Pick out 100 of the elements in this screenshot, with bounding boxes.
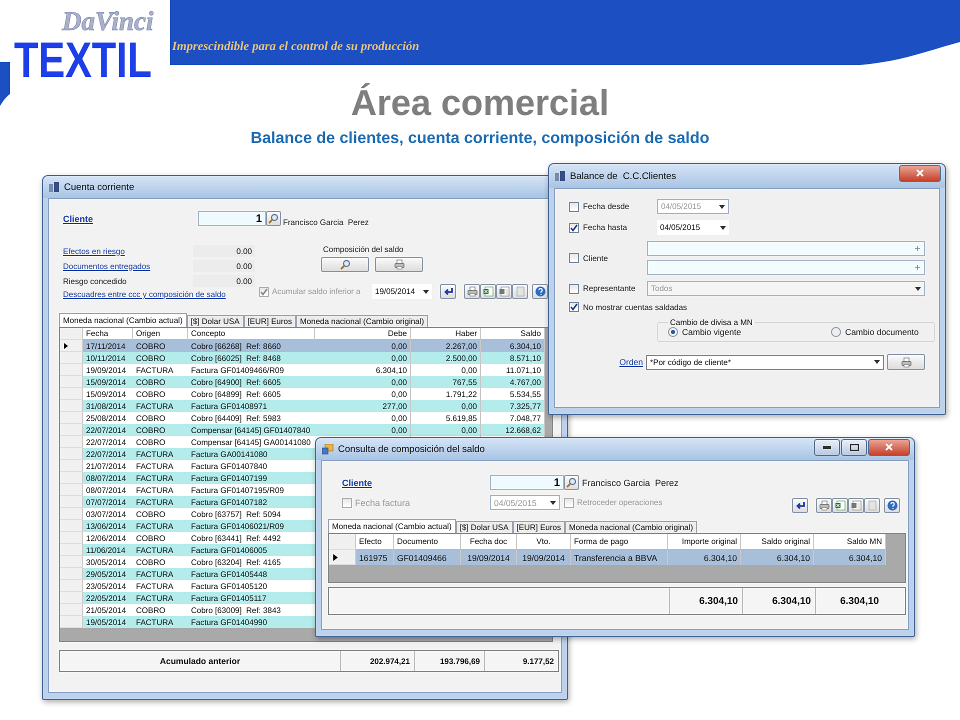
acumular-label: Acumular saldo inferior a — [272, 287, 362, 296]
table-cell: Factura GF01409466/R09 — [188, 364, 315, 376]
orden-select[interactable]: *Por código de cliente* — [646, 354, 884, 370]
table-cell: 0,00 — [315, 388, 411, 400]
option-label: Fecha desde — [583, 202, 630, 211]
table-cell: Factura GF01408971 — [188, 400, 315, 412]
table-cell: 19/09/2014 — [461, 550, 517, 565]
column-header[interactable]: Debe — [315, 328, 411, 340]
table-cell: 08/07/2014 — [83, 484, 133, 496]
table-cell: 30/05/2014 — [83, 556, 133, 568]
option-label: Cambio documento — [845, 327, 919, 337]
table-cell: COBRO — [133, 436, 188, 448]
window-title: Cuenta corriente — [64, 182, 136, 192]
date-field[interactable]: 04/05/2015 — [657, 220, 729, 235]
table-cell: 21/07/2014 — [83, 460, 133, 472]
table-cell: FACTURA — [133, 448, 188, 460]
table-cell: 15/09/2014 — [83, 376, 133, 388]
tab[interactable]: [$] Dolar USA — [186, 315, 244, 327]
column-header[interactable]: Fecha — [83, 328, 133, 340]
column-header[interactable]: Origen — [133, 328, 188, 340]
option-label: Retroceder operaciones — [577, 498, 662, 507]
orden-link[interactable]: Orden — [619, 357, 643, 367]
tab[interactable]: Moneda nacional (Cambio original) — [296, 315, 428, 327]
table-cell: 6.304,10 — [315, 364, 411, 376]
column-header[interactable]: Saldo original — [741, 534, 814, 550]
table-cell: 0,00 — [315, 376, 411, 388]
cliente-field[interactable]: 1 — [490, 475, 564, 490]
column-header[interactable]: Documento — [394, 534, 461, 550]
tab[interactable]: Moneda nacional (Cambio actual) — [59, 313, 187, 327]
table-cell: 11.071,10 — [481, 364, 545, 376]
table-cell: 23/05/2014 — [83, 580, 133, 592]
date-field[interactable]: 19/05/2014 — [372, 284, 432, 299]
table-cell: 25/08/2014 — [83, 412, 133, 424]
table-cell: Cobro [63009] Ref: 3843 — [188, 604, 315, 616]
table-cell: 5.619,85 — [411, 412, 481, 424]
table-cell: Factura GF01405120 — [188, 580, 315, 592]
tab[interactable]: Moneda nacional (Cambio original) — [565, 521, 698, 533]
column-header[interactable]: Efecto — [356, 534, 394, 550]
table-cell: FACTURA — [133, 496, 188, 508]
table-cell: 0,00 — [411, 424, 481, 436]
table-cell: 0,00 — [315, 424, 411, 436]
tab[interactable]: [EUR] Euros — [244, 315, 296, 327]
table-cell: 19/05/2014 — [83, 616, 133, 628]
column-header[interactable]: Forma de pago — [571, 534, 668, 550]
table-cell: 2.500,00 — [411, 352, 481, 364]
table-cell: 22/07/2014 — [83, 424, 133, 436]
table-cell: 11/06/2014 — [83, 544, 133, 556]
total-value: 6.304,10 — [742, 588, 815, 614]
table-cell: Factura GF01405117 — [188, 592, 315, 604]
client-name: Francisco Garcia Perez — [582, 478, 679, 488]
table-cell: FACTURA — [133, 568, 188, 580]
table-cell: 5.534,55 — [481, 388, 545, 400]
column-header[interactable]: Fecha doc — [461, 534, 517, 550]
table-cell: 22/07/2014 — [83, 436, 133, 448]
table-cell: 13/06/2014 — [83, 520, 133, 532]
table-cell: Factura GF01407840 — [188, 460, 315, 472]
tab[interactable]: [$] Dolar USA — [456, 521, 513, 533]
table-cell: GF01409466 — [394, 550, 461, 565]
table-cell: 21/05/2014 — [83, 604, 133, 616]
table-cell: 17/11/2014 — [83, 340, 133, 352]
table-cell: 10/11/2014 — [83, 352, 133, 364]
table-cell: FACTURA — [133, 400, 188, 412]
table-cell: COBRO — [133, 340, 188, 352]
table-cell: FACTURA — [133, 484, 188, 496]
table-cell: FACTURA — [133, 592, 188, 604]
cliente-field[interactable]: 1 — [198, 211, 266, 226]
table-cell: Cobro [63441] Ref: 4492 — [188, 532, 315, 544]
table-cell: 31/08/2014 — [83, 400, 133, 412]
column-header[interactable]: Saldo MN — [814, 534, 886, 550]
table-cell: COBRO — [133, 412, 188, 424]
option-label: Representante — [583, 284, 636, 293]
summary-link[interactable]: Efectos en riesgo — [63, 246, 193, 256]
table-cell: 0,00 — [315, 412, 411, 424]
table-cell: Cobro [63757] Ref: 5094 — [188, 508, 315, 520]
total-value: 6.304,10 — [815, 588, 883, 614]
total-value: 6.304,10 — [669, 588, 742, 614]
table-cell: 15/09/2014 — [83, 388, 133, 400]
table-cell: 6.304,10 — [668, 550, 741, 565]
cliente-link[interactable]: Cliente — [342, 478, 490, 488]
column-header[interactable]: Saldo — [481, 328, 545, 340]
page-subtitle: Balance de clientes, cuenta corriente, composición de saldo — [250, 130, 710, 148]
column-header[interactable]: Importe original — [668, 534, 741, 550]
column-header[interactable]: Vto. — [517, 534, 571, 550]
table-cell: 6.304,10 — [814, 550, 886, 565]
tab[interactable]: Moneda nacional (Cambio actual) — [328, 519, 456, 533]
table-cell: Cobro [63204] Ref: 4165 — [188, 556, 315, 568]
summary-link[interactable]: Documentos entregados — [63, 262, 193, 270]
client-name: Francisco Garcia Perez — [283, 218, 369, 227]
table-cell: 07/07/2014 — [83, 496, 133, 508]
cliente-link[interactable]: Cliente — [63, 214, 198, 224]
column-header[interactable]: Concepto — [188, 328, 315, 340]
table-cell: 22/05/2014 — [83, 592, 133, 604]
table-cell: 29/05/2014 — [83, 568, 133, 580]
window-title: Consulta de composición del saldo — [338, 444, 486, 454]
table-cell: 767,55 — [411, 376, 481, 388]
table-cell: COBRO — [133, 532, 188, 544]
tab[interactable]: [EUR] Euros — [512, 521, 565, 533]
total-value: 202.974,21 — [340, 651, 414, 671]
column-header[interactable]: Haber — [411, 328, 481, 340]
descuadres-link[interactable]: Descuadres entre ccc y composición de saldo — [63, 290, 255, 299]
